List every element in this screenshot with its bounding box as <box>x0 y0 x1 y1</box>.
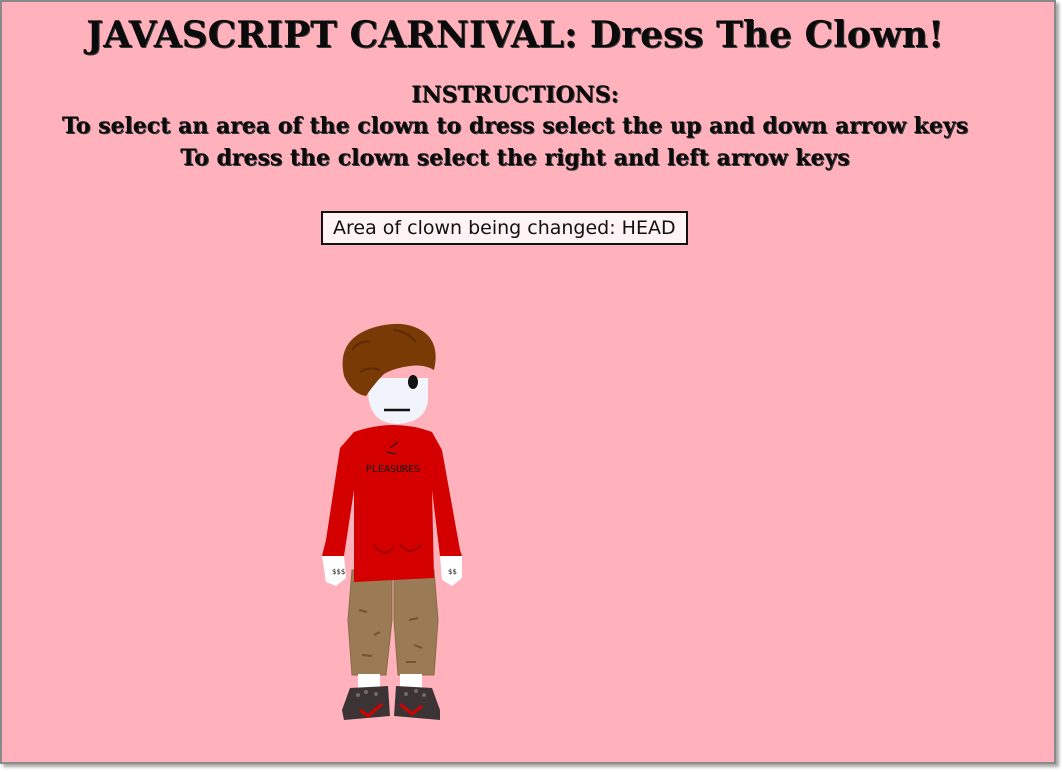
clown-shirt-text: PLEASURES <box>366 464 420 475</box>
instructions-panel: INSTRUCTIONS: To select an area of the c… <box>2 80 1028 174</box>
clown-shoes <box>342 686 440 720</box>
instructions-line-dress: To dress the clown select the right and … <box>180 145 850 171</box>
clown-pants <box>347 569 439 676</box>
clown-figure: PLEASURES $$$ $$ <box>322 323 462 720</box>
clown-hand-marks-left: $$$ <box>332 568 345 576</box>
clown-sock-left <box>358 674 380 688</box>
instructions-line-select-area: To select an area of the clown to dress … <box>61 113 969 139</box>
instructions-heading: INSTRUCTIONS: <box>411 82 619 108</box>
area-status-box: Area of clown being changed: HEAD <box>321 211 688 245</box>
clown-sock-right <box>400 674 422 688</box>
clown-hand-marks-right: $$ <box>448 568 457 576</box>
clown-head <box>368 375 428 424</box>
game-frame: JAVASCRIPT CARNIVAL: Dress The Clown! IN… <box>0 0 1056 764</box>
game-title: JAVASCRIPT CARNIVAL: Dress The Clown! <box>86 14 944 56</box>
